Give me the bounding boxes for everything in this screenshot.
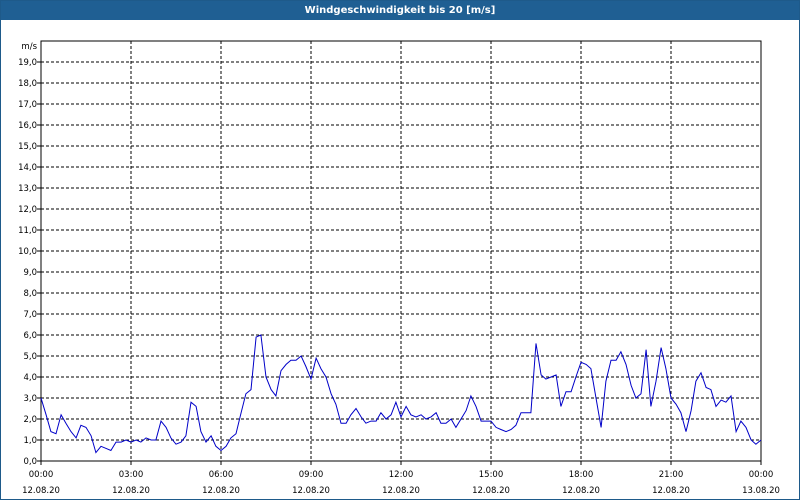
y-tick-label: 19,0 bbox=[18, 58, 37, 68]
y-tick-label: 13,0 bbox=[18, 184, 37, 194]
y-tick-label: 12,0 bbox=[18, 205, 37, 215]
x-tick-date: 12.08.20 bbox=[472, 486, 510, 496]
y-tick-label: 15,0 bbox=[18, 142, 37, 152]
x-tick-date: 12.08.20 bbox=[22, 486, 60, 496]
x-tick-time: 21:00 bbox=[659, 470, 684, 480]
y-tick-label: 14,0 bbox=[18, 163, 37, 173]
x-tick-time: 03:00 bbox=[119, 470, 144, 480]
chart-window: Windgeschwindigkeit bis 20 [m/s] 0,0 1,0 2… bbox=[0, 0, 800, 500]
x-tick-date: 12.08.20 bbox=[202, 486, 240, 496]
y-tick-label: 5,0 bbox=[23, 352, 37, 362]
y-tick-label: 7,0 bbox=[23, 310, 37, 320]
y-tick-label: 10,0 bbox=[18, 247, 37, 257]
x-tick-time: 00:00 bbox=[749, 470, 774, 480]
y-tick-label: 9,0 bbox=[23, 268, 37, 278]
y-tick-label: 16,0 bbox=[18, 121, 37, 131]
y-tick-label: 2,0 bbox=[23, 415, 37, 425]
x-tick-date: 13.08.20 bbox=[742, 486, 780, 496]
x-tick-time: 00:00 bbox=[29, 470, 54, 480]
x-tick-time: 06:00 bbox=[209, 470, 234, 480]
x-tick-date: 12.08.20 bbox=[112, 486, 150, 496]
y-tick-label: 18,0 bbox=[18, 79, 37, 89]
y-tick-label: 6,0 bbox=[23, 331, 37, 341]
y-tick-label: 8,0 bbox=[23, 289, 37, 299]
y-tick-label: 11,0 bbox=[18, 226, 37, 236]
x-tick-time: 15:00 bbox=[479, 470, 504, 480]
x-tick-date: 12.08.20 bbox=[562, 486, 600, 496]
x-tick-date: 12.08.20 bbox=[292, 486, 330, 496]
y-axis-unit: m/s bbox=[21, 42, 37, 52]
x-tick-time: 18:00 bbox=[569, 470, 594, 480]
y-tick-label: 0,0 bbox=[23, 457, 37, 467]
y-tick-label: 4,0 bbox=[23, 373, 37, 383]
x-tick-time: 09:00 bbox=[299, 470, 324, 480]
x-tick-date: 12.08.20 bbox=[652, 486, 690, 496]
chart-plot: 0,0 1,0 2,0 3,0 4,0 5,0 6,0 7,0 8,0 9,0 10,0 11,0 12… bbox=[18, 40, 780, 496]
y-tick-label: 3,0 bbox=[23, 394, 37, 404]
x-tick-date: 12.08.20 bbox=[382, 486, 420, 496]
x-tick-time: 12:00 bbox=[389, 470, 414, 480]
y-tick-label: 17,0 bbox=[18, 100, 37, 110]
y-tick-label: 1,0 bbox=[23, 436, 37, 446]
